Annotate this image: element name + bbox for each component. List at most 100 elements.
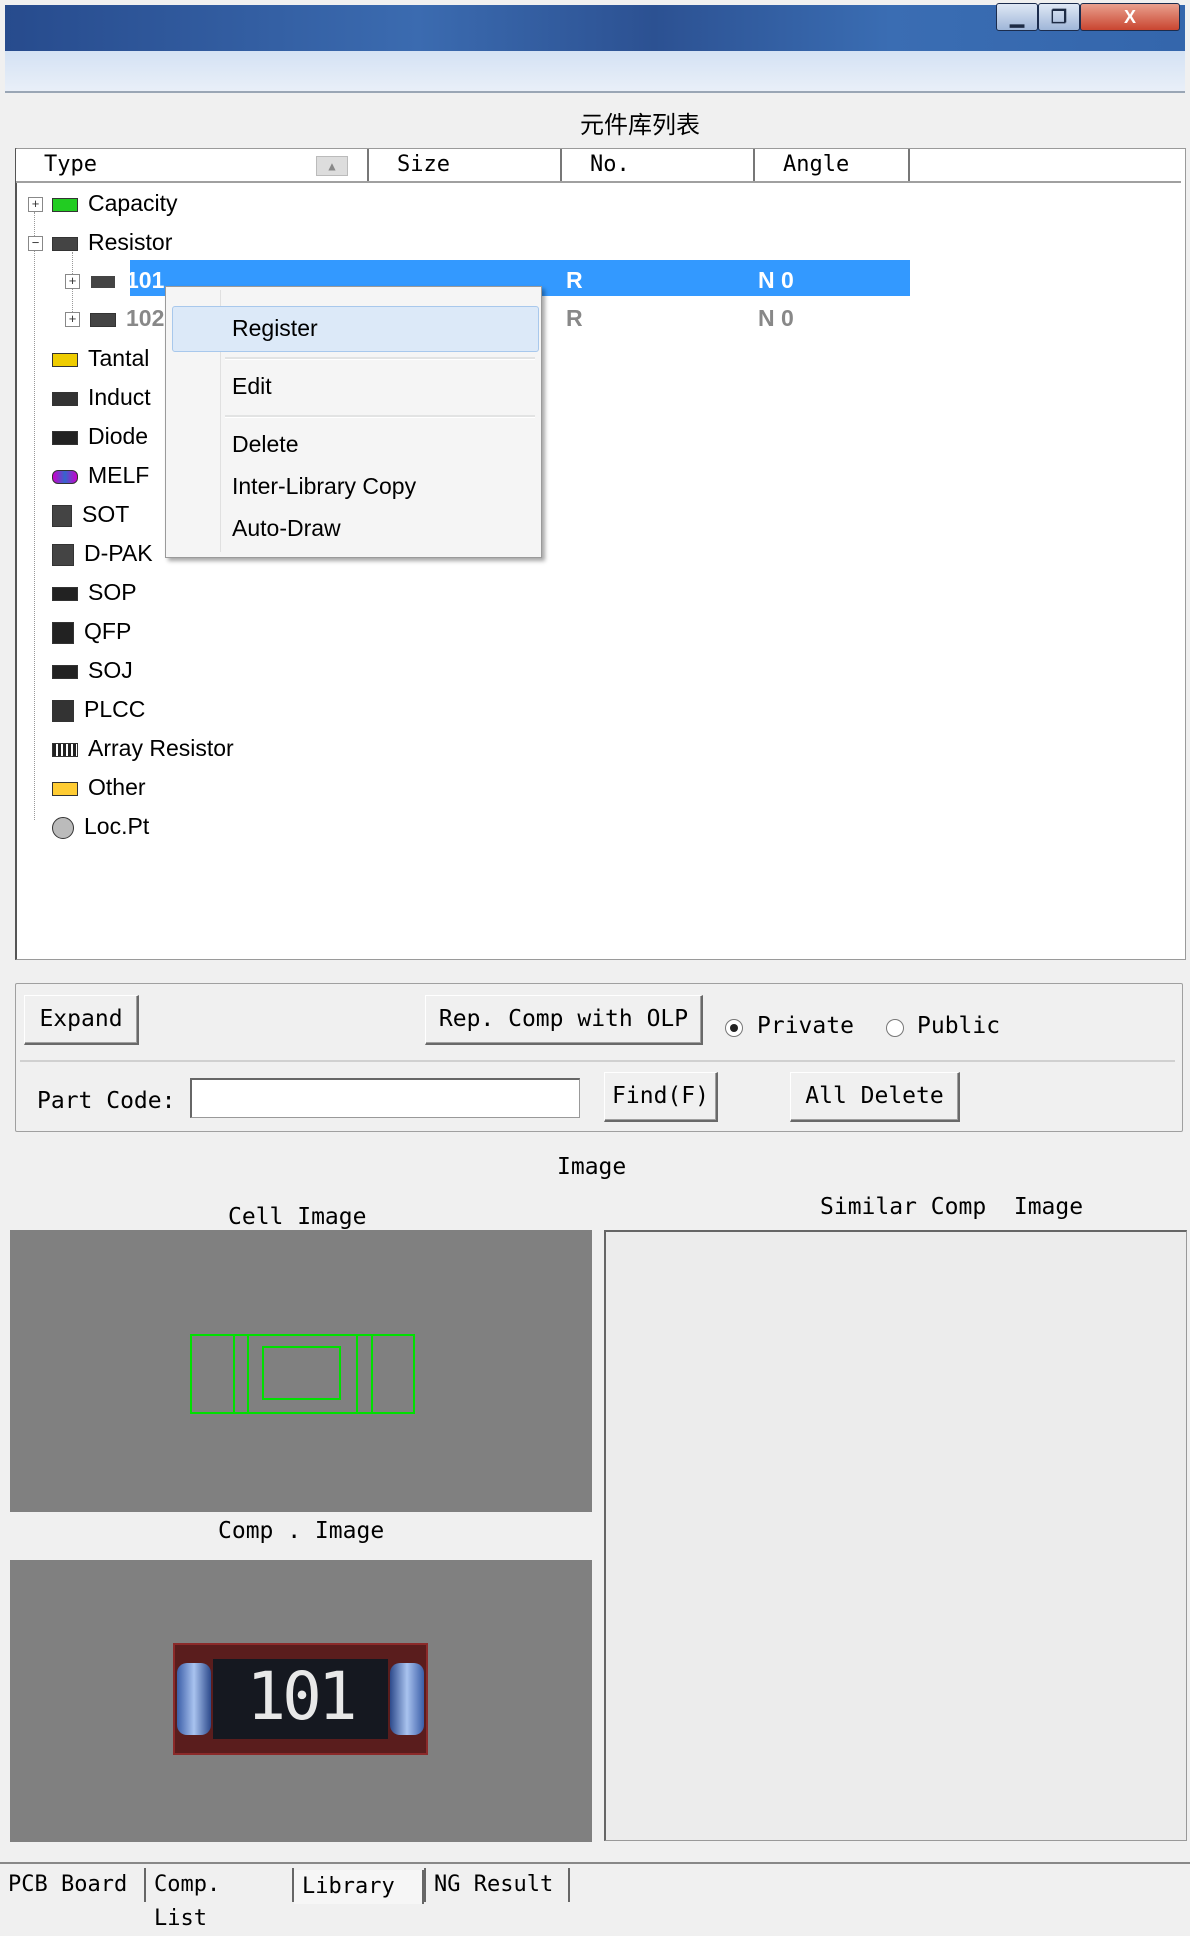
public-radio[interactable] (886, 1019, 904, 1037)
menu-item-auto-draw[interactable]: Auto-Draw (232, 510, 341, 546)
tree-item-label: Resistor (88, 229, 173, 255)
location-point-icon (52, 816, 74, 839)
close-button[interactable]: X (1080, 3, 1180, 31)
all-delete-button[interactable]: All Delete (790, 1072, 960, 1122)
private-label[interactable]: Private (757, 1013, 854, 1039)
resistor-photo: 101 (173, 1643, 428, 1755)
tree-item-locpt[interactable]: Loc.Pt (52, 808, 149, 844)
other-icon (52, 781, 78, 796)
tree-item-102[interactable]: 102 (90, 300, 164, 336)
part-code-input[interactable] (190, 1078, 580, 1118)
tree-item-other[interactable]: Other (52, 769, 146, 805)
resistor-marking: 101 (246, 1658, 357, 1735)
collapse-icon[interactable]: − (28, 236, 43, 251)
cell-outline-drawing (190, 1334, 415, 1414)
tree-item-label: SOJ (88, 657, 133, 683)
tab-bar-border (0, 1862, 1190, 1864)
column-no-label: No. (590, 152, 630, 177)
column-size-label: Size (397, 152, 450, 177)
plcc-icon (52, 699, 74, 722)
restore-icon: ❐ (1050, 6, 1068, 27)
expand-icon[interactable]: + (28, 197, 43, 212)
column-size[interactable]: Size (369, 149, 562, 181)
column-angle-label: Angle (783, 152, 850, 177)
cell-image-title: Cell Image (228, 1204, 367, 1230)
cell-angle: N 0 (758, 305, 794, 331)
tree-item-label: Other (88, 774, 146, 800)
part-code-label: Part Code: (37, 1088, 176, 1114)
array-resistor-icon (52, 742, 78, 757)
minimize-button[interactable]: ▁ (996, 3, 1038, 31)
tree-item-array-resistor[interactable]: Array Resistor (52, 730, 234, 766)
tree-item-label: 102 (126, 305, 165, 331)
column-angle[interactable]: Angle (755, 149, 910, 181)
dpak-icon (52, 543, 74, 566)
inductor-icon (52, 391, 78, 406)
tree-item-melf[interactable]: MELF (52, 457, 149, 493)
menu-item-register[interactable]: Register (232, 310, 318, 346)
electrode-right (390, 1663, 424, 1735)
image-section-title: Image (557, 1154, 627, 1180)
tree-item-label: Induct (88, 384, 151, 410)
private-radio[interactable] (725, 1019, 743, 1037)
controls-divider (20, 1060, 1175, 1062)
expand-icon[interactable]: + (65, 312, 80, 327)
tree-item-sop[interactable]: SOP (52, 574, 137, 610)
tree-item-101[interactable]: 101 (90, 262, 164, 298)
tree-item-capacity[interactable]: Capacity (52, 185, 177, 221)
tree-item-label: PLCC (84, 696, 146, 722)
tree-item-label: Loc.Pt (84, 813, 150, 839)
sot-icon (52, 504, 72, 527)
electrode-left (177, 1663, 211, 1735)
menu-separator (225, 357, 535, 360)
cell-no: R (566, 305, 583, 331)
expand-button[interactable]: Expand (24, 995, 139, 1045)
tree-item-tantal[interactable]: Tantal (52, 340, 149, 376)
similar-comp-image-title: Similar Comp Image (820, 1194, 1084, 1220)
menu-separator (225, 415, 535, 418)
tree-item-resistor[interactable]: Resistor (52, 224, 172, 260)
qfp-icon (52, 621, 74, 644)
panel-title: 元件库列表 (580, 112, 700, 139)
tree-item-label: Tantal (88, 345, 150, 371)
tree-item-label: MELF (88, 462, 150, 488)
public-label[interactable]: Public (917, 1013, 1000, 1039)
resistor-icon (90, 312, 116, 327)
similar-comp-image-panel (604, 1230, 1187, 1841)
tree-guide-line (34, 212, 35, 820)
tree-item-sot[interactable]: SOT (52, 496, 129, 532)
column-no[interactable]: No. (562, 149, 755, 181)
tree-item-label: Diode (88, 423, 149, 449)
find-button[interactable]: Find(F) (604, 1072, 718, 1122)
comp-image-title: Comp . Image (218, 1518, 385, 1544)
sop-icon (52, 586, 78, 601)
column-header: Type ▲ Size No. Angle (16, 149, 1181, 183)
tree-item-dpak[interactable]: D-PAK (52, 535, 153, 571)
tree-item-plcc[interactable]: PLCC (52, 691, 145, 727)
tab-library[interactable]: Library (294, 1870, 424, 1904)
resistor-icon (52, 236, 78, 251)
expand-icon[interactable]: + (65, 274, 80, 289)
cell-image-panel (10, 1230, 592, 1512)
comp-image-panel: 101 (10, 1560, 592, 1842)
tree-item-diode[interactable]: Diode (52, 418, 148, 454)
close-icon: X (1123, 6, 1136, 27)
tree-item-induct[interactable]: Induct (52, 379, 151, 415)
tree-item-soj[interactable]: SOJ (52, 652, 133, 688)
menu-item-edit[interactable]: Edit (232, 368, 272, 404)
menu-item-delete[interactable]: Delete (232, 426, 298, 462)
menu-item-inter-library-copy[interactable]: Inter-Library Copy (232, 468, 416, 504)
diode-icon (52, 430, 78, 445)
restore-button[interactable]: ❐ (1038, 3, 1080, 31)
tree-item-label: Array Resistor (88, 735, 234, 761)
menu-hover-highlight (172, 306, 539, 352)
tree-item-label: SOT (82, 501, 130, 527)
rep-comp-olp-button[interactable]: Rep. Comp with OLP (425, 995, 703, 1045)
tantalum-icon (52, 352, 78, 367)
melf-icon (52, 469, 78, 484)
column-type[interactable]: Type ▲ (16, 149, 369, 181)
soj-icon (52, 664, 78, 679)
capacitor-icon (52, 197, 78, 212)
tree-item-qfp[interactable]: QFP (52, 613, 131, 649)
cell-angle: N 0 (758, 267, 794, 293)
